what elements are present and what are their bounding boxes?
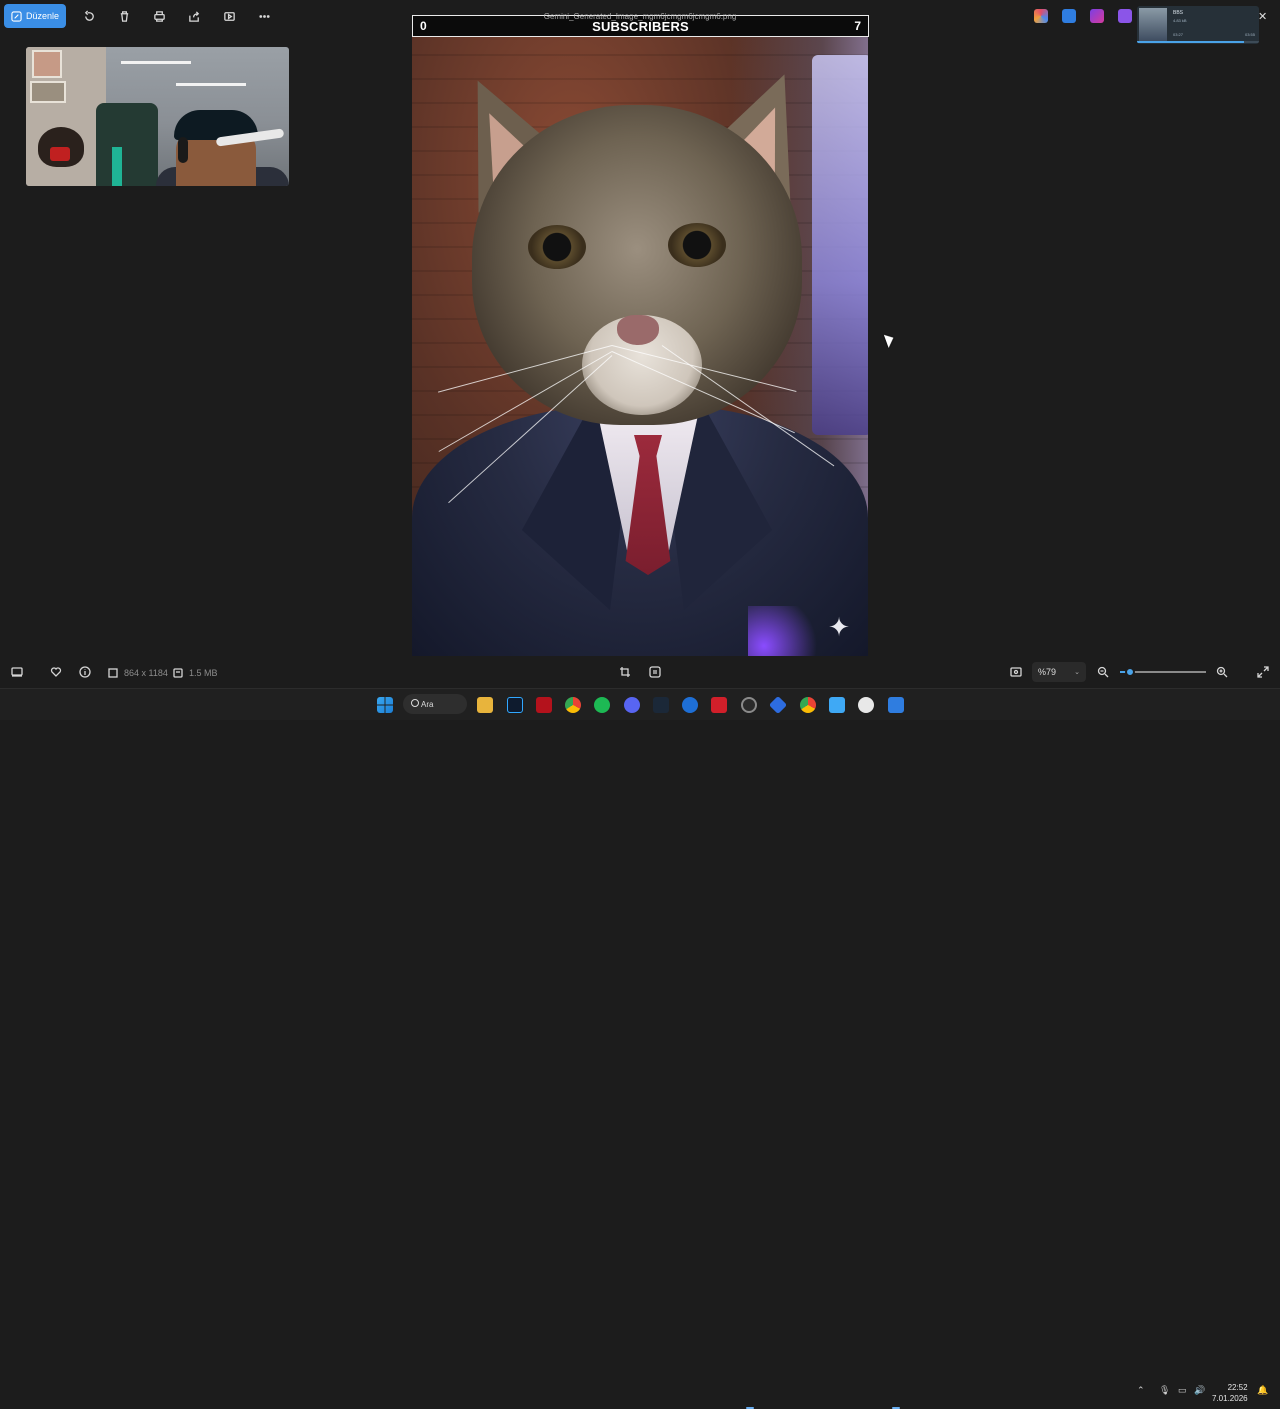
start-icon[interactable] bbox=[377, 697, 393, 713]
chevron-up-icon[interactable]: ⌃ bbox=[1137, 1385, 1145, 1396]
mini-player[interactable]: BBS 4.83 kB 03:27 03:55 bbox=[1137, 6, 1259, 44]
top-right-app-icons bbox=[1034, 9, 1132, 23]
image-dimensions: 864 x 1184 bbox=[124, 668, 168, 678]
notepad-icon[interactable] bbox=[829, 697, 845, 713]
more-icon[interactable] bbox=[252, 4, 276, 28]
chrome-profile-icon[interactable] bbox=[800, 697, 816, 713]
delete-icon[interactable] bbox=[112, 4, 136, 28]
file-explorer-icon[interactable] bbox=[477, 697, 493, 713]
file-name-label: Gemini_Generated_Image_mgm6jcmgm6jcmgm6.… bbox=[543, 12, 737, 21]
edit-icon bbox=[11, 10, 22, 22]
close-icon[interactable]: ✕ bbox=[1258, 10, 1267, 23]
designer-icon[interactable] bbox=[1118, 9, 1132, 23]
edit-button[interactable]: Düzenle bbox=[4, 4, 67, 28]
zoom-out-icon[interactable] bbox=[1096, 665, 1110, 679]
dimensions-icon bbox=[106, 666, 120, 680]
rotate-icon[interactable] bbox=[77, 4, 101, 28]
zoom-in-icon[interactable] bbox=[1215, 665, 1229, 679]
mini-player-time-total: 03:55 bbox=[1244, 32, 1255, 37]
zoom-level: %79 bbox=[1038, 667, 1057, 677]
photos-editor-icon[interactable] bbox=[1062, 9, 1076, 23]
microphone-icon[interactable]: 🎙 bbox=[1159, 1385, 1170, 1396]
cat-eye-left bbox=[528, 225, 586, 269]
cat-nose bbox=[617, 315, 659, 345]
media-player-icon[interactable] bbox=[858, 697, 874, 713]
taskbar-search-label: Ara bbox=[421, 699, 434, 709]
streamer-bot-icon[interactable] bbox=[768, 695, 788, 715]
photos-app-window: Düzenle ✦ 0 SUBSCRIBERS 7 Gemini_Generat… bbox=[0, 0, 1280, 688]
mini-player-title: BBS bbox=[1173, 10, 1184, 16]
share-icon[interactable] bbox=[182, 4, 206, 28]
vmix-icon[interactable] bbox=[711, 697, 727, 713]
fullscreen-icon[interactable] bbox=[1256, 665, 1270, 679]
photoshop-icon[interactable] bbox=[507, 697, 523, 713]
sparkle-icon: ✦ bbox=[828, 612, 850, 642]
zoom-slider-handle[interactable] bbox=[1125, 667, 1136, 677]
displayed-image: ✦ bbox=[412, 15, 868, 656]
mini-player-thumbnail bbox=[1139, 8, 1167, 42]
edit-button-label: Düzenle bbox=[26, 11, 60, 21]
network-icon[interactable]: ▭ bbox=[1178, 1385, 1187, 1396]
file-size-icon bbox=[171, 666, 185, 680]
clock-time: 22:52 bbox=[1227, 1383, 1248, 1392]
filmstrip-icon[interactable] bbox=[10, 665, 24, 679]
visual-search-icon[interactable] bbox=[648, 665, 662, 679]
mini-player-time-current: 03:27 bbox=[1173, 32, 1184, 37]
fit-to-window-icon[interactable] bbox=[1009, 665, 1023, 679]
copilot-icon[interactable] bbox=[1034, 9, 1048, 23]
zoom-select[interactable]: %79 ⌄ bbox=[1032, 662, 1086, 682]
notification-icon[interactable]: 🔔 bbox=[1257, 1385, 1268, 1396]
mini-player-subtitle: 4.83 kB bbox=[1173, 18, 1187, 23]
file-size: 1.5 MB bbox=[189, 668, 218, 678]
chrome-icon[interactable] bbox=[565, 697, 581, 713]
chevron-down-icon: ⌄ bbox=[1074, 669, 1080, 676]
top-toolbar: Düzenle bbox=[4, 4, 276, 28]
photos-icon[interactable] bbox=[888, 697, 904, 713]
volume-icon[interactable]: 🔊 bbox=[1194, 1385, 1205, 1396]
mini-player-progress-fill bbox=[1137, 41, 1245, 43]
taskbar: ⌃ 🎙 ▭ 🔊 22:52 7.01.2026 🔔 bbox=[0, 688, 1280, 1409]
webcam-overlay bbox=[26, 47, 289, 186]
spotify-icon[interactable] bbox=[594, 697, 610, 713]
mouse-cursor bbox=[883, 332, 897, 348]
info-icon[interactable] bbox=[78, 665, 92, 679]
taskbar-clock[interactable]: 22:52 7.01.2026 bbox=[1212, 1382, 1248, 1404]
taskbar-search[interactable]: Ara bbox=[403, 694, 467, 714]
edge-icon[interactable] bbox=[682, 697, 698, 713]
obs-icon[interactable] bbox=[741, 697, 757, 713]
clock-date: 7.01.2026 bbox=[1212, 1394, 1248, 1403]
crop-icon[interactable] bbox=[618, 665, 632, 679]
cat-eye-right bbox=[668, 223, 726, 267]
slideshow-icon[interactable] bbox=[217, 4, 241, 28]
discord-icon[interactable] bbox=[624, 697, 640, 713]
clipchamp-icon[interactable] bbox=[1090, 9, 1104, 23]
favorite-icon[interactable] bbox=[49, 665, 63, 679]
mini-player-progress[interactable] bbox=[1137, 41, 1259, 43]
steam-icon[interactable] bbox=[653, 697, 669, 713]
filezilla-icon[interactable] bbox=[536, 697, 552, 713]
print-icon[interactable] bbox=[147, 4, 171, 28]
